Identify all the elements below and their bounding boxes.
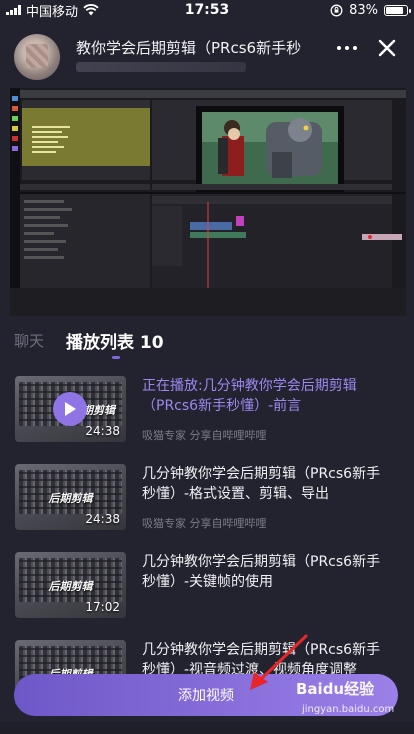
video-thumbnail: 期剪辑 24:38 — [15, 376, 126, 442]
video-player[interactable] — [10, 88, 406, 316]
avatar[interactable] — [14, 34, 60, 80]
list-item[interactable]: 后期剪辑 17:02 几分钟教你学会后期剪辑（PRcs6新手秒懂）-关键帧的使用 — [0, 548, 414, 618]
battery-percent: 83% — [349, 2, 378, 18]
duration-label: 24:38 — [85, 512, 120, 526]
more-dots-icon[interactable] — [333, 38, 361, 58]
watermark-logo: Baidu经验 — [296, 680, 375, 698]
close-icon[interactable] — [374, 35, 400, 61]
list-item[interactable]: 期剪辑 24:38 正在播放:几分钟教你学会后期剪辑（PRcs6新手秒懂）-前言… — [0, 372, 414, 442]
battery-icon — [384, 4, 411, 16]
video-frame — [10, 88, 406, 316]
orientation-lock-icon — [330, 4, 343, 16]
watermark-url: jingyan.baidu.com — [302, 704, 395, 715]
tab-bar: 聊天 播放列表 10 — [0, 318, 414, 364]
room-title: 教你学会后期剪辑（PRcs6新手秒 — [76, 39, 302, 57]
room-header: 教你学会后期剪辑（PRcs6新手秒 — [0, 28, 414, 84]
video-thumbnail: 后期剪辑 24:38 — [15, 464, 126, 530]
video-title: 几分钟教你学会后期剪辑（PRcs6新手秒懂）-格式设置、剪辑、导出 — [142, 466, 381, 502]
play-icon[interactable] — [53, 392, 87, 426]
bottom-bar — [0, 722, 414, 734]
duration-label: 17:02 — [85, 600, 120, 614]
video-thumbnail: 后期剪辑 17:02 — [15, 552, 126, 618]
video-meta: 吸猫专家 分享自哔哩哔哩 — [142, 517, 267, 530]
thumbnail-label: 后期剪辑 — [48, 492, 93, 505]
list-item[interactable]: 后期剪辑 24:38 几分钟教你学会后期剪辑（PRcs6新手秒懂）-格式设置、剪… — [0, 460, 414, 530]
active-tab-indicator — [112, 356, 120, 359]
video-title: 正在播放:几分钟教你学会后期剪辑（PRcs6新手秒懂）-前言 — [142, 378, 357, 414]
blurred-subtitle — [76, 62, 246, 72]
status-bar: 中国移动 17:53 83% — [0, 0, 414, 20]
tab-chat[interactable]: 聊天 — [14, 330, 44, 351]
tab-playlist[interactable]: 播放列表 10 — [66, 328, 164, 353]
duration-label: 24:38 — [85, 424, 120, 438]
thumbnail-label: 后期剪辑 — [48, 580, 93, 593]
video-title: 几分钟教你学会后期剪辑（PRcs6新手秒懂）-关键帧的使用 — [142, 554, 381, 590]
video-meta: 吸猫专家 分享自哔哩哔哩 — [142, 429, 267, 442]
